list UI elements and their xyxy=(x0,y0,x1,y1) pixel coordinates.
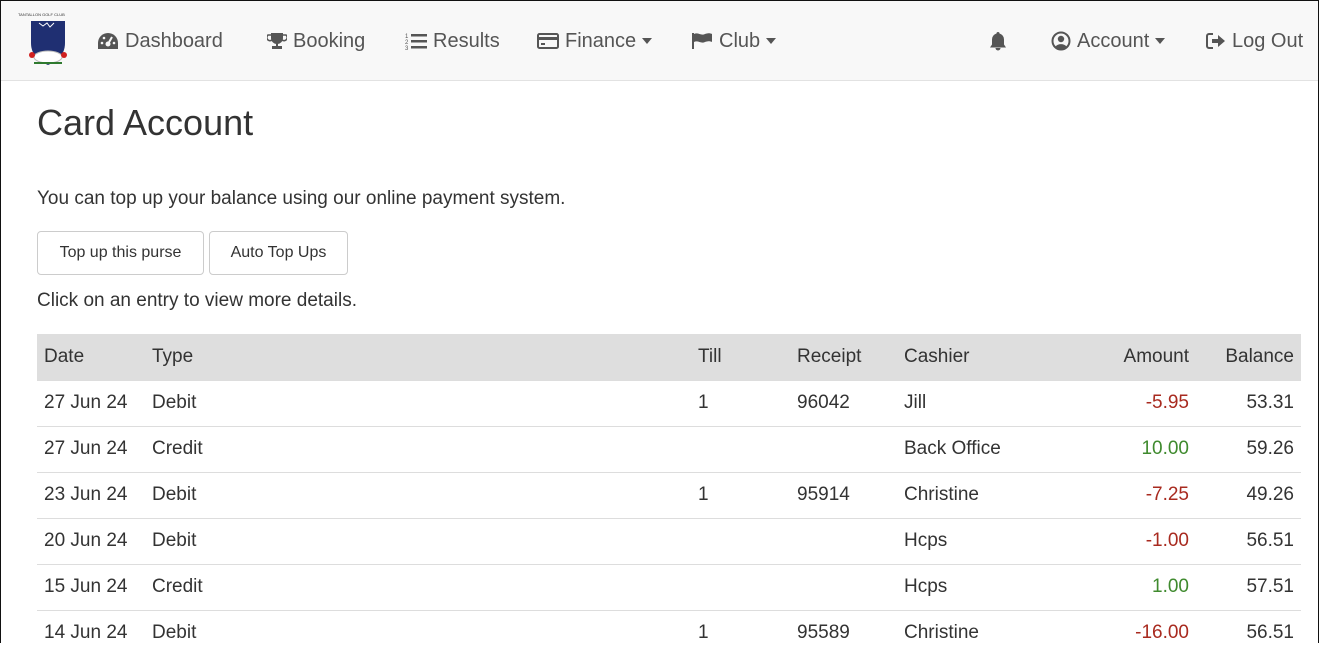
svg-text:TANTALLON GOLF CLUB: TANTALLON GOLF CLUB xyxy=(18,12,65,17)
cell-date: 15 Jun 24 xyxy=(37,563,145,610)
cell-date: 27 Jun 24 xyxy=(37,425,145,472)
cell-amount: -1.00 xyxy=(1069,517,1196,564)
credit-card-icon xyxy=(537,32,559,50)
table-row[interactable]: 27 Jun 24 Credit Back Office 10.00 59.26 xyxy=(37,425,1301,472)
page-title: Card Account xyxy=(37,102,254,143)
bell-icon xyxy=(989,31,1007,51)
club-logo[interactable]: TANTALLON GOLF CLUB xyxy=(17,11,79,73)
cell-balance: 57.51 xyxy=(1196,563,1301,610)
cell-till: 1 xyxy=(691,609,790,656)
cell-cashier: Back Office xyxy=(897,425,1069,472)
cell-cashier: Christine xyxy=(897,609,1069,656)
cell-amount: 1.00 xyxy=(1069,563,1196,610)
flag-icon xyxy=(691,32,713,50)
trophy-icon xyxy=(267,32,287,50)
cell-receipt xyxy=(790,517,897,564)
table-row[interactable]: 20 Jun 24 Debit Hcps -1.00 56.51 xyxy=(37,517,1301,564)
cell-balance: 53.31 xyxy=(1196,379,1301,426)
cell-type: Debit xyxy=(145,609,691,656)
col-header-till: Till xyxy=(698,345,722,367)
table-row[interactable]: 23 Jun 24 Debit 1 95914 Christine -7.25 … xyxy=(37,471,1301,518)
nav-account[interactable]: Account xyxy=(1051,1,1166,81)
nav-dashboard[interactable]: Dashboard xyxy=(97,1,223,81)
nav-account-label: Account xyxy=(1077,29,1150,52)
user-circle-icon xyxy=(1051,31,1071,51)
cell-type: Debit xyxy=(145,471,691,518)
table-row[interactable]: 15 Jun 24 Credit Hcps 1.00 57.51 xyxy=(37,563,1301,610)
top-up-purse-button[interactable]: Top up this purse xyxy=(37,231,204,275)
logout-button[interactable]: Log Out xyxy=(1206,1,1303,81)
list-ol-icon: 123 xyxy=(405,32,427,50)
cell-type: Debit xyxy=(145,517,691,564)
nav-club[interactable]: Club xyxy=(691,1,777,81)
col-header-date: Date xyxy=(44,345,85,367)
cell-amount: 10.00 xyxy=(1069,425,1196,472)
club-crest-icon: TANTALLON GOLF CLUB xyxy=(18,12,67,65)
cell-date: 14 Jun 24 xyxy=(37,609,145,656)
cell-receipt: 95589 xyxy=(790,609,897,656)
logout-label: Log Out xyxy=(1232,29,1304,52)
transactions-table: Date Type Till Receipt Cashier Amount Ba… xyxy=(37,334,1301,656)
nav-finance-label: Finance xyxy=(565,29,637,52)
cell-type: Credit xyxy=(145,425,691,472)
chevron-down-icon xyxy=(1155,38,1166,44)
auto-top-ups-button[interactable]: Auto Top Ups xyxy=(209,231,348,275)
cell-date: 20 Jun 24 xyxy=(37,517,145,564)
cell-date: 23 Jun 24 xyxy=(37,471,145,518)
cell-till xyxy=(691,517,790,564)
cell-type: Debit xyxy=(145,379,691,426)
col-header-type: Type xyxy=(152,345,194,367)
navbar: TANTALLON GOLF CLUB Dashboard Booking 12… xyxy=(1,1,1318,81)
cell-date: 27 Jun 24 xyxy=(37,379,145,426)
nav-booking-label: Booking xyxy=(293,29,366,52)
cell-receipt xyxy=(790,563,897,610)
nav-club-label: Club xyxy=(719,29,761,52)
col-header-amount: Amount xyxy=(1123,345,1189,367)
nav-results[interactable]: 123 Results xyxy=(405,1,500,81)
cell-till xyxy=(691,563,790,610)
intro-text: You can top up your balance using our on… xyxy=(37,188,566,209)
nav-results-label: Results xyxy=(433,29,500,52)
cell-receipt xyxy=(790,425,897,472)
cell-amount: -5.95 xyxy=(1069,379,1196,426)
tachometer-icon xyxy=(97,32,119,50)
table-row[interactable]: 27 Jun 24 Debit 1 96042 Jill -5.95 53.31 xyxy=(37,379,1301,426)
cell-receipt: 96042 xyxy=(790,379,897,426)
chevron-down-icon xyxy=(766,38,777,44)
cell-cashier: Christine xyxy=(897,471,1069,518)
notifications-button[interactable] xyxy=(989,1,1013,81)
nav-booking[interactable]: Booking xyxy=(267,1,365,81)
cell-amount: -16.00 xyxy=(1069,609,1196,656)
col-header-cashier: Cashier xyxy=(904,345,970,367)
cell-till: 1 xyxy=(691,379,790,426)
table-header-row: Date Type Till Receipt Cashier Amount Ba… xyxy=(37,334,1301,380)
cell-balance: 49.26 xyxy=(1196,471,1301,518)
cell-till xyxy=(691,425,790,472)
cell-type: Credit xyxy=(145,563,691,610)
nav-finance[interactable]: Finance xyxy=(537,1,653,81)
table-hint-text: Click on an entry to view more details. xyxy=(37,290,357,311)
cell-balance: 56.51 xyxy=(1196,517,1301,564)
cell-receipt: 95914 xyxy=(790,471,897,518)
cell-balance: 56.51 xyxy=(1196,609,1301,656)
cell-cashier: Hcps xyxy=(897,563,1069,610)
cell-amount: -7.25 xyxy=(1069,471,1196,518)
cell-till: 1 xyxy=(691,471,790,518)
nav-dashboard-label: Dashboard xyxy=(125,29,223,52)
cell-cashier: Hcps xyxy=(897,517,1069,564)
table-row[interactable]: 14 Jun 24 Debit 1 95589 Christine -16.00… xyxy=(37,609,1301,656)
cell-balance: 59.26 xyxy=(1196,425,1301,472)
col-header-balance: Balance xyxy=(1225,345,1294,367)
col-header-receipt: Receipt xyxy=(797,345,862,367)
chevron-down-icon xyxy=(642,38,653,44)
svg-text:3: 3 xyxy=(405,46,409,50)
sign-out-icon xyxy=(1206,32,1226,50)
cell-cashier: Jill xyxy=(897,379,1069,426)
